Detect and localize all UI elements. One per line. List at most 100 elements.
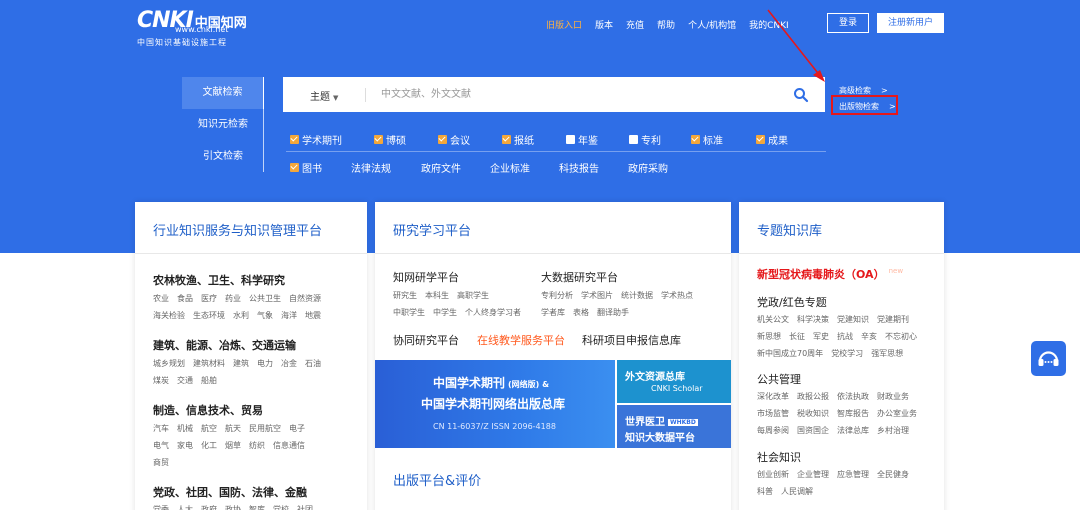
- tag-link[interactable]: 城乡规划: [153, 359, 185, 368]
- tag-link[interactable]: 市场监管: [757, 409, 789, 418]
- collab-research-link[interactable]: 协同研究平台: [393, 332, 459, 348]
- filter-academic-journal[interactable]: 学术期刊: [290, 132, 342, 147]
- tag-link[interactable]: 信息通信: [273, 441, 305, 450]
- filter-conference[interactable]: 会议: [438, 132, 470, 147]
- tag-link[interactable]: 党委: [153, 505, 169, 510]
- tag-link[interactable]: 智库: [249, 505, 265, 510]
- tag-link[interactable]: 智库报告: [837, 409, 869, 418]
- tag-link[interactable]: 电子: [289, 424, 305, 433]
- tag-link[interactable]: 个人终身学习者: [465, 308, 521, 317]
- tag-link[interactable]: 交通: [177, 376, 193, 385]
- tag-link[interactable]: 医疗: [201, 294, 217, 303]
- tab-citation-search[interactable]: 引文检索: [182, 141, 264, 173]
- tag-link[interactable]: 高职学生: [457, 291, 489, 300]
- filter-thesis[interactable]: 博硕: [374, 132, 406, 147]
- filter-enterprise-standards[interactable]: 企业标准: [490, 160, 530, 175]
- tag-link[interactable]: 机关公文: [757, 315, 789, 324]
- tag-link[interactable]: 深化改革: [757, 392, 789, 401]
- tag-link[interactable]: 抗战: [837, 332, 853, 341]
- tag-link[interactable]: 中职学生: [393, 308, 425, 317]
- tag-link[interactable]: 人民调解: [781, 487, 813, 496]
- tag-link[interactable]: 学术热点: [661, 291, 693, 300]
- tag-link[interactable]: 气象: [257, 311, 273, 320]
- tag-link[interactable]: 建筑材料: [193, 359, 225, 368]
- tag-link[interactable]: 税收知识: [797, 409, 829, 418]
- tag-link[interactable]: 统计数据: [621, 291, 653, 300]
- section-title[interactable]: 农林牧渔、卫生、科学研究: [153, 272, 285, 288]
- whkbd-banner[interactable]: 世界医卫 WHKBD 知识大数据平台: [617, 405, 731, 448]
- tag-link[interactable]: 民用航空: [249, 424, 281, 433]
- tag-link[interactable]: 学者库: [541, 308, 565, 317]
- tag-link[interactable]: 船舶: [201, 376, 217, 385]
- section-title[interactable]: 社会知识: [757, 449, 801, 465]
- tag-link[interactable]: 纺织: [249, 441, 265, 450]
- tag-link[interactable]: 新中国成立70周年: [757, 349, 823, 358]
- tag-link[interactable]: 财政业务: [877, 392, 909, 401]
- tag-link[interactable]: 烟草: [225, 441, 241, 450]
- section-title[interactable]: 党政/红色专题: [757, 294, 827, 310]
- tag-link[interactable]: 企业管理: [797, 470, 829, 479]
- tag-link[interactable]: 学术图片: [581, 291, 613, 300]
- tag-link[interactable]: 科普: [757, 487, 773, 496]
- customer-service-button[interactable]: [1031, 341, 1066, 376]
- tag-link[interactable]: 机械: [177, 424, 193, 433]
- tag-link[interactable]: 党建知识: [837, 315, 869, 324]
- tag-link[interactable]: 党建期刊: [877, 315, 909, 324]
- tag-link[interactable]: 地震: [305, 311, 321, 320]
- tag-link[interactable]: 表格: [573, 308, 589, 317]
- tag-link[interactable]: 生态环境: [193, 311, 225, 320]
- filter-laws[interactable]: 法律法规: [351, 160, 391, 175]
- tag-link[interactable]: 家电: [177, 441, 193, 450]
- filter-tech-reports[interactable]: 科技报告: [559, 160, 599, 175]
- journal-banner[interactable]: 中国学术期刊 (网络版) & 中国学术期刊网络出版总库 CN 11-6037/Z …: [375, 360, 615, 448]
- tag-link[interactable]: 航天: [225, 424, 241, 433]
- tag-link[interactable]: 农业: [153, 294, 169, 303]
- publishing-platform-title[interactable]: 出版平台&评价: [375, 452, 731, 504]
- filter-yearbook[interactable]: 年鉴: [566, 132, 598, 147]
- filter-patent[interactable]: 专利: [629, 132, 661, 147]
- research-learning-title[interactable]: 知网研学平台: [393, 269, 459, 285]
- tag-link[interactable]: 党校: [273, 505, 289, 510]
- tag-link[interactable]: 煤炭: [153, 376, 169, 385]
- tag-link[interactable]: 水利: [233, 311, 249, 320]
- tag-link[interactable]: 国资国企: [797, 426, 829, 435]
- section-title[interactable]: 制造、信息技术、贸易: [153, 402, 263, 418]
- covid-link[interactable]: 新型冠状病毒肺炎（OA） new: [757, 266, 903, 282]
- card-title[interactable]: 研究学习平台: [375, 202, 731, 254]
- section-title[interactable]: 公共管理: [757, 371, 801, 387]
- tag-link[interactable]: 每周参阅: [757, 426, 789, 435]
- tag-link[interactable]: 社团: [297, 505, 313, 510]
- tag-link[interactable]: 政报公报: [797, 392, 829, 401]
- research-project-link[interactable]: 科研项目申报信息库: [582, 332, 681, 348]
- tag-link[interactable]: 军史: [813, 332, 829, 341]
- tag-link[interactable]: 依法执政: [837, 392, 869, 401]
- tag-link[interactable]: 电力: [257, 359, 273, 368]
- filter-achievement[interactable]: 成果: [756, 132, 788, 147]
- tag-link[interactable]: 冶金: [281, 359, 297, 368]
- tag-link[interactable]: 研究生: [393, 291, 417, 300]
- tag-link[interactable]: 中学生: [433, 308, 457, 317]
- filter-standard[interactable]: 标准: [691, 132, 723, 147]
- tag-link[interactable]: 商贸: [153, 458, 169, 467]
- tag-link[interactable]: 创业创新: [757, 470, 789, 479]
- tag-link[interactable]: 食品: [177, 294, 193, 303]
- tag-link[interactable]: 航空: [201, 424, 217, 433]
- tag-link[interactable]: 政协: [225, 505, 241, 510]
- tag-link[interactable]: 科学决策: [797, 315, 829, 324]
- tag-link[interactable]: 党校学习: [831, 349, 863, 358]
- tag-link[interactable]: 乡村治理: [877, 426, 909, 435]
- online-teaching-link[interactable]: 在线教学服务平台: [477, 332, 565, 348]
- tag-link[interactable]: 长征: [789, 332, 805, 341]
- tag-link[interactable]: 新思想: [757, 332, 781, 341]
- tag-link[interactable]: 自然资源: [289, 294, 321, 303]
- tag-link[interactable]: 药业: [225, 294, 241, 303]
- tag-link[interactable]: 本科生: [425, 291, 449, 300]
- filter-books[interactable]: 图书: [290, 160, 322, 175]
- tag-link[interactable]: 翻译助手: [597, 308, 629, 317]
- section-title[interactable]: 建筑、能源、冶炼、交通运输: [153, 337, 296, 353]
- tag-link[interactable]: 化工: [201, 441, 217, 450]
- tag-link[interactable]: 辛亥: [861, 332, 877, 341]
- tag-link[interactable]: 专利分析: [541, 291, 573, 300]
- card-title[interactable]: 行业知识服务与知识管理平台: [135, 202, 367, 254]
- tag-link[interactable]: 不忘初心: [885, 332, 917, 341]
